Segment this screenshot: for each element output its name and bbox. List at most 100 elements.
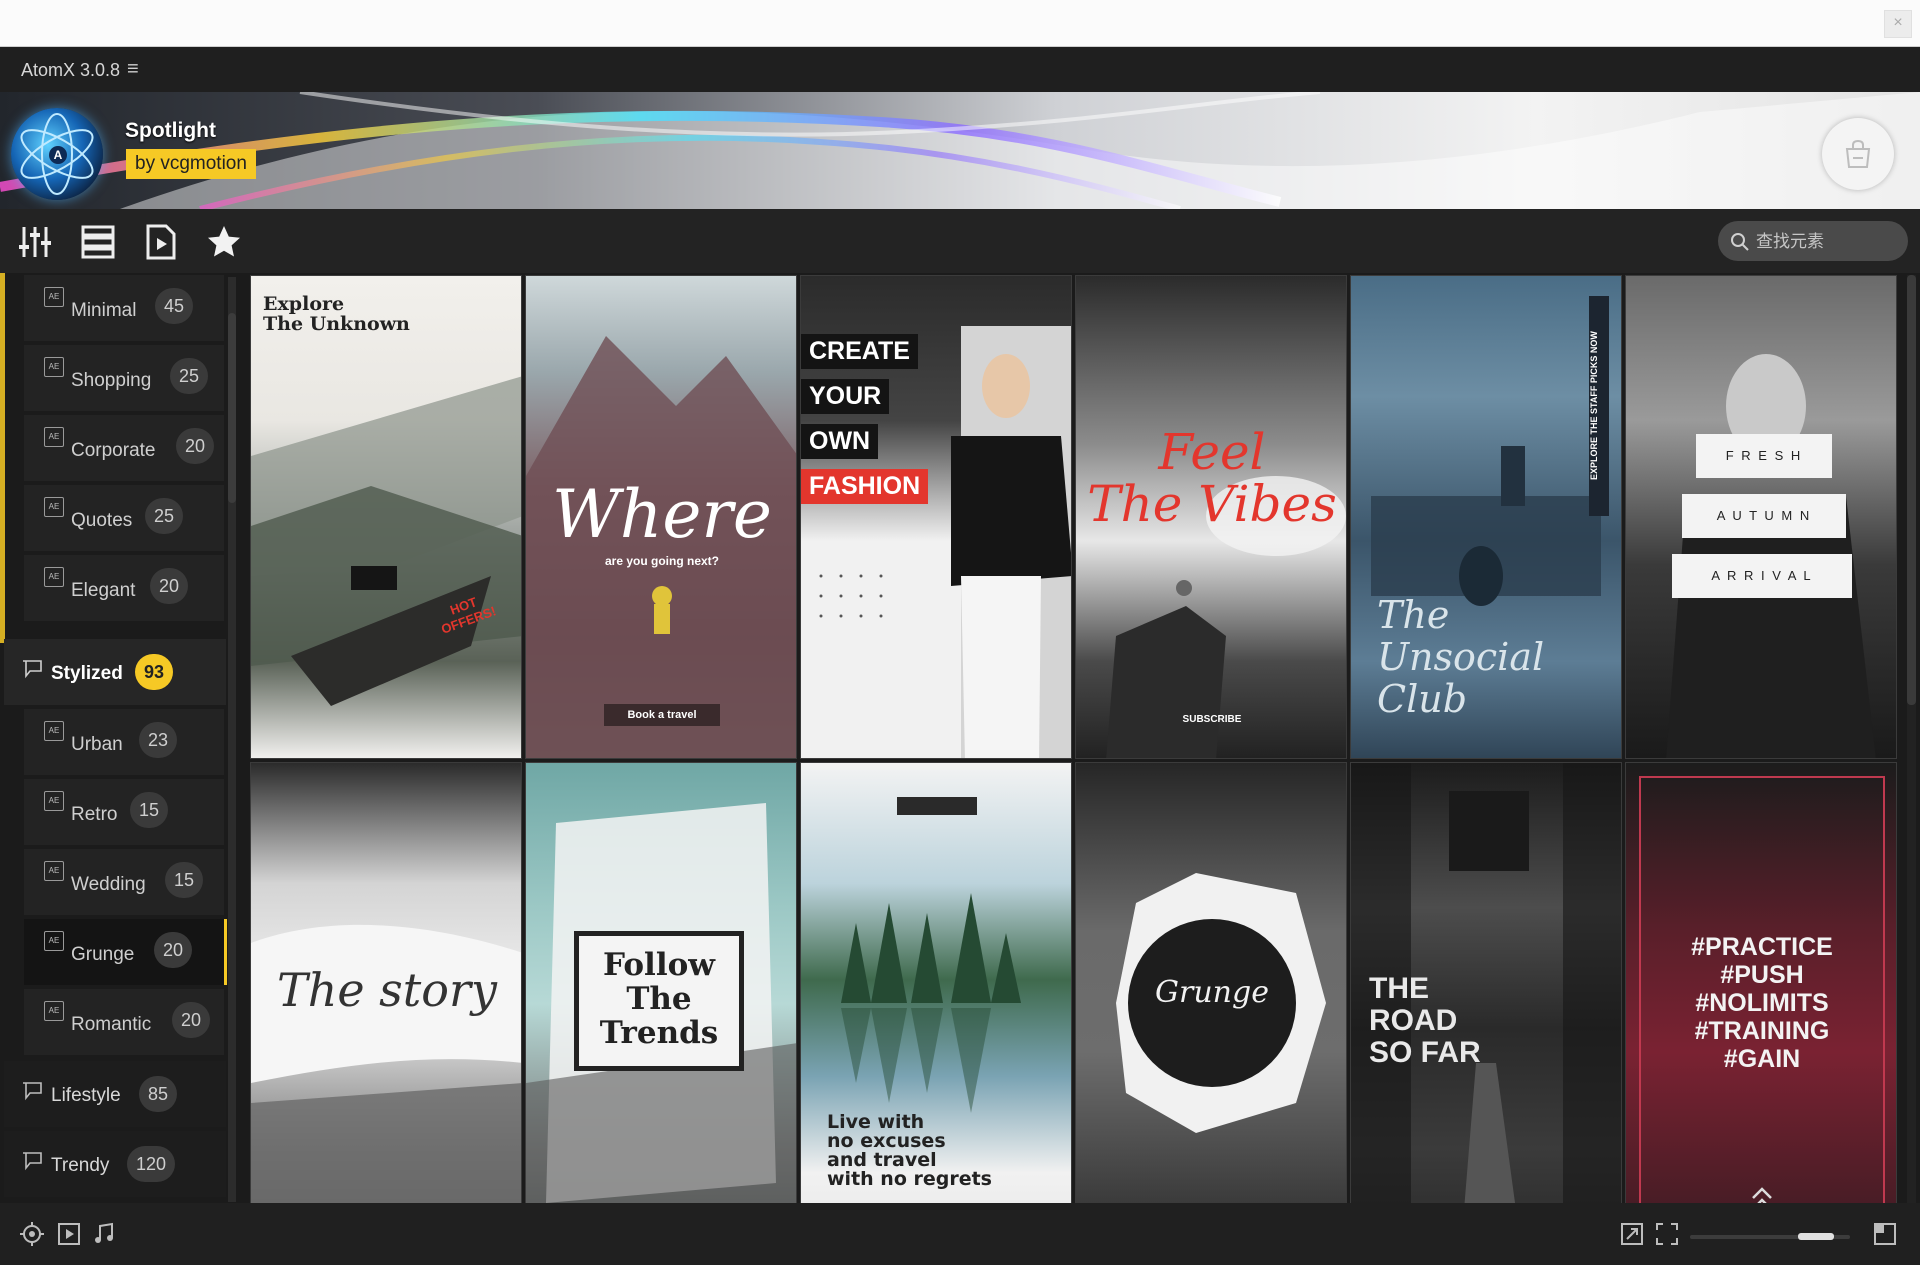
card-text-line: F R E S H: [1696, 434, 1832, 478]
sidebar-scrollbar[interactable]: [228, 277, 236, 1202]
count-badge: 85: [139, 1076, 178, 1112]
template-card[interactable]: THE ROAD SO FAR: [1350, 762, 1622, 1203]
folder-flag-icon: [23, 1082, 42, 1101]
export-icon[interactable]: [1619, 1221, 1645, 1247]
window-close-button[interactable]: ×: [1884, 10, 1912, 38]
sidebar-item-grunge[interactable]: AE Grunge 20: [24, 919, 227, 985]
slider-handle[interactable]: [1798, 1233, 1834, 1240]
card-text-line: YOUR: [801, 379, 890, 414]
count-badge: 15: [130, 792, 169, 828]
template-card[interactable]: Follow The Trends: [525, 762, 797, 1203]
card-quote: Live with no excuses and travel with no …: [827, 1113, 992, 1189]
template-card[interactable]: Feel The Vibes SUBSCRIBE: [1075, 275, 1347, 759]
sidebar-category-trendy[interactable]: Trendy 120: [4, 1131, 226, 1197]
sidebar-category-lifestyle[interactable]: Lifestyle 85: [4, 1061, 226, 1127]
scrollbar-thumb[interactable]: [1907, 275, 1916, 705]
favorites-star-icon[interactable]: [205, 223, 243, 261]
sidebar-item-shopping[interactable]: AE Shopping 25: [24, 345, 224, 411]
sidebar-category-stylized[interactable]: Stylized 93: [4, 639, 226, 705]
search-input[interactable]: [1754, 229, 1898, 255]
sidebar-item-label: Elegant: [71, 580, 136, 601]
thumbnail-size-slider[interactable]: [1690, 1233, 1850, 1240]
app-title: AtomX 3.0.8: [21, 60, 121, 80]
sidebar-item-retro[interactable]: AE Retro 15: [24, 779, 224, 845]
card-text-line: FASHION: [801, 469, 929, 504]
card-text-line: The Vibes: [1087, 475, 1337, 533]
card-text-line: #PUSH: [1720, 961, 1804, 989]
template-card[interactable]: Live with no excuses and travel with no …: [800, 762, 1072, 1203]
card-script-title: Feel The Vibes: [1076, 426, 1346, 533]
card-text-line: Follow: [603, 947, 715, 983]
os-window-bar: ×: [0, 0, 1920, 47]
card-title: THE ROAD SO FAR: [1369, 973, 1481, 1069]
card-text-line: #TRAINING: [1694, 1017, 1830, 1045]
layout-icon[interactable]: [1872, 1221, 1898, 1247]
spotlight-banner[interactable]: A Spotlight by vcgmotion: [0, 92, 1920, 209]
app-titlebar: AtomX 3.0.8 ≡: [0, 47, 1920, 92]
filter-sliders-icon[interactable]: [16, 223, 54, 261]
ae-file-icon: AE: [44, 357, 64, 377]
banner-title: Spotlight: [125, 119, 216, 142]
card-script-title: Grunge: [1155, 975, 1269, 1010]
video-icon[interactable]: [56, 1221, 82, 1247]
card-cta: SUBSCRIBE: [1182, 714, 1242, 725]
menu-icon[interactable]: ≡: [127, 58, 139, 81]
card-title: Explore The Unknown: [263, 294, 410, 334]
sidebar-item-label: Urban: [71, 734, 123, 755]
store-button[interactable]: [1822, 118, 1894, 190]
ae-file-icon: AE: [44, 287, 64, 307]
sidebar-item-label: Corporate: [71, 440, 156, 461]
count-badge: 20: [154, 932, 193, 968]
card-text-line: Trends: [599, 1015, 719, 1051]
sidebar-item-urban[interactable]: AE Urban 23: [24, 709, 224, 775]
card-text-line: ROAD: [1369, 1004, 1458, 1037]
card-text-line: A U T U M N: [1682, 494, 1846, 538]
card-text-line: The: [1377, 593, 1450, 637]
card-text-line: The: [626, 981, 692, 1017]
atomx-logo: A: [11, 108, 103, 200]
search-box[interactable]: [1718, 221, 1908, 261]
list-view-icon[interactable]: [79, 223, 117, 261]
template-card[interactable]: #PRACTICE #PUSH #NOLIMITS #TRAINING #GAI…: [1625, 762, 1897, 1203]
sidebar-item-label: Grunge: [71, 944, 135, 965]
ae-file-icon: AE: [44, 567, 64, 587]
video-file-icon[interactable]: [142, 223, 180, 261]
ae-file-icon: AE: [44, 721, 64, 741]
sidebar-item-romantic[interactable]: AE Romantic 20: [24, 989, 224, 1055]
grid-scrollbar[interactable]: [1907, 275, 1916, 1203]
template-card[interactable]: Grunge: [1075, 762, 1347, 1203]
fullscreen-icon[interactable]: [1654, 1221, 1680, 1247]
card-cta: Book a travel: [604, 704, 720, 726]
count-badge: 15: [165, 862, 204, 898]
template-card[interactable]: Where are you going next? Book a travel: [525, 275, 797, 759]
target-icon[interactable]: [19, 1221, 45, 1247]
sidebar-category-label: Lifestyle: [51, 1085, 121, 1106]
sidebar-item-corporate[interactable]: AE Corporate 20: [24, 415, 224, 481]
ae-file-icon: AE: [44, 427, 64, 447]
template-card[interactable]: Explore The Unknown HOT OFFERS!: [250, 275, 522, 759]
folder-flag-icon: [23, 660, 42, 679]
music-note-icon[interactable]: [91, 1221, 117, 1247]
template-card[interactable]: EXPLORE THE STAFF PICKS NOW The Unsocial…: [1350, 275, 1622, 759]
template-card[interactable]: F R E S H A U T U M N A R R I V A L: [1625, 275, 1897, 759]
sidebar-item-wedding[interactable]: AE Wedding 15: [24, 849, 224, 915]
sidebar-item-elegant[interactable]: AE Elegant 20: [24, 555, 224, 621]
card-text-line: OWN: [801, 424, 879, 459]
template-card[interactable]: The story: [250, 762, 522, 1203]
ae-file-icon: AE: [44, 861, 64, 881]
ae-file-icon: AE: [44, 931, 64, 951]
template-card[interactable]: CREATE YOUR OWN FASHION: [800, 275, 1072, 759]
scrollbar-thumb[interactable]: [228, 313, 236, 503]
card-script-title: The story: [277, 963, 497, 1017]
count-badge: 20: [172, 1002, 211, 1038]
search-icon: [1731, 233, 1749, 251]
sidebar-item-minimal[interactable]: AE Minimal 45: [24, 275, 224, 341]
card-script-title: Where: [551, 476, 772, 553]
ae-file-icon: AE: [44, 1001, 64, 1021]
scroll-to-top-icon[interactable]: [1750, 1185, 1774, 1203]
sidebar-item-quotes[interactable]: AE Quotes 25: [24, 485, 224, 551]
card-text-line: #PRACTICE: [1691, 933, 1833, 961]
sidebar-category-label: Stylized: [51, 663, 123, 684]
sidebar-item-label: Retro: [71, 804, 118, 825]
card-script-title: The Unsocial Club: [1377, 594, 1544, 720]
